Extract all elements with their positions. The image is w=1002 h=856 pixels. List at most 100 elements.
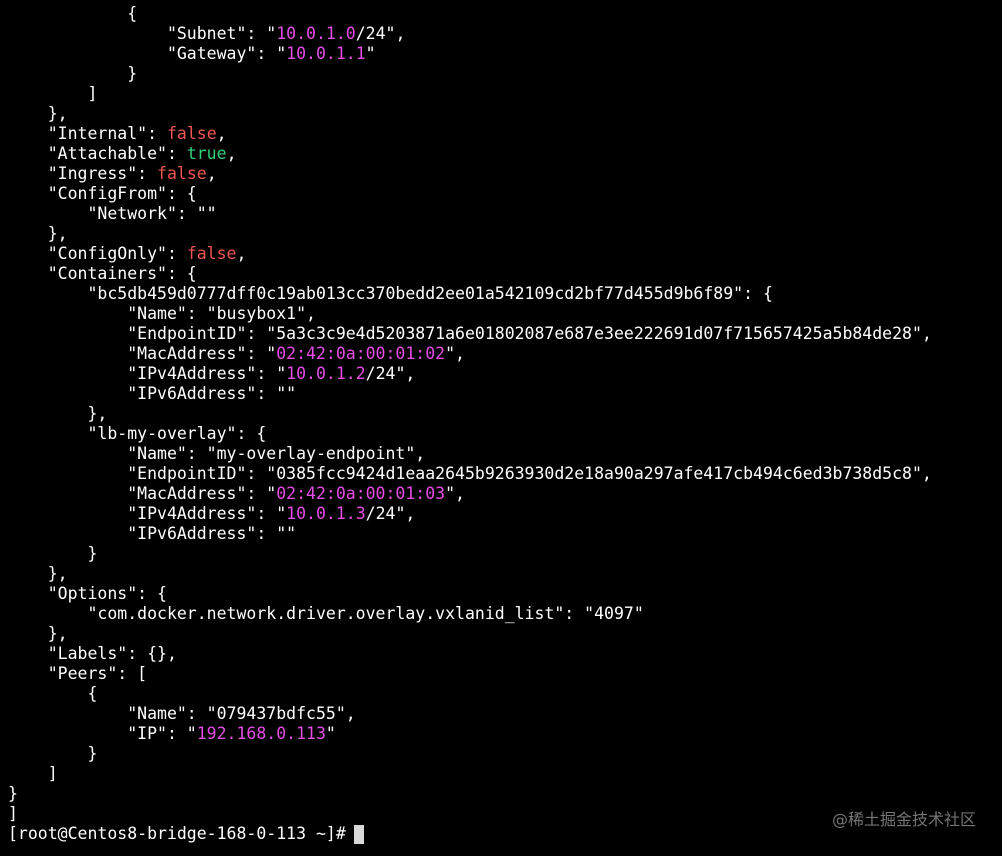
terminal-line: "Network": "" bbox=[8, 204, 932, 224]
terminal-line: "Containers": { bbox=[8, 264, 932, 284]
terminal-line: "ConfigFrom": { bbox=[8, 184, 932, 204]
terminal-line: "Name": "my-overlay-endpoint", bbox=[8, 444, 932, 464]
json-text: }, bbox=[8, 624, 68, 643]
terminal-line: "Name": "079437bdfc55", bbox=[8, 704, 932, 724]
terminal-line: "IPv6Address": "" bbox=[8, 524, 932, 544]
json-text: { bbox=[8, 4, 138, 23]
terminal-line: { bbox=[8, 684, 932, 704]
json-text: /24", bbox=[355, 24, 406, 43]
terminal-line: "ConfigOnly": false, bbox=[8, 244, 932, 264]
json-value-mac: 02:42:0a:00:01:02 bbox=[276, 344, 446, 363]
json-text: "IPv4Address": " bbox=[8, 364, 287, 383]
terminal-line: } bbox=[8, 784, 932, 804]
json-text: "bc5db459d0777dff0c19ab013cc370bedd2ee01… bbox=[8, 284, 773, 303]
terminal-line: "com.docker.network.driver.overlay.vxlan… bbox=[8, 604, 932, 624]
shell-prompt: [root@Centos8-bridge-168-0-113 ~]# bbox=[8, 824, 346, 843]
json-text: "Name": "my-overlay-endpoint", bbox=[8, 444, 426, 463]
json-text: "EndpointID": "5a3c3c9e4d5203871a6e01802… bbox=[8, 324, 932, 343]
json-text: "IPv4Address": " bbox=[8, 504, 287, 523]
json-text: , bbox=[226, 144, 237, 163]
terminal-output: { "Subnet": "10.0.1.0/24", "Gateway": "1… bbox=[8, 4, 932, 824]
terminal-line: "IPv6Address": "" bbox=[8, 384, 932, 404]
terminal-line: ] bbox=[8, 84, 932, 104]
json-text: "Internal": bbox=[8, 124, 167, 143]
json-text: /24", bbox=[365, 364, 416, 383]
json-text: "ConfigOnly": bbox=[8, 244, 187, 263]
json-text: "Attachable": bbox=[8, 144, 187, 163]
json-text: "Ingress": bbox=[8, 164, 158, 183]
json-text: "MacAddress": " bbox=[8, 484, 277, 503]
terminal-line: }, bbox=[8, 404, 932, 424]
terminal-line: "MacAddress": "02:42:0a:00:01:02", bbox=[8, 344, 932, 364]
json-text: } bbox=[8, 784, 18, 803]
json-text: } bbox=[8, 744, 98, 763]
terminal-line: "IP": "192.168.0.113" bbox=[8, 724, 932, 744]
terminal-line: }, bbox=[8, 224, 932, 244]
json-text: "MacAddress": " bbox=[8, 344, 277, 363]
terminal-line: "EndpointID": "0385fcc9424d1eaa2645b9263… bbox=[8, 464, 932, 484]
json-text: "com.docker.network.driver.overlay.vxlan… bbox=[8, 604, 644, 623]
terminal-line: "IPv4Address": "10.0.1.2/24", bbox=[8, 364, 932, 384]
watermark: @稀土掘金技术社区 bbox=[831, 810, 976, 829]
terminal-line: "Peers": [ bbox=[8, 664, 932, 684]
json-text: " bbox=[325, 724, 336, 743]
json-text: }, bbox=[8, 404, 108, 423]
json-text: ] bbox=[8, 84, 98, 103]
json-text: "Name": "busybox1", bbox=[8, 304, 316, 323]
json-text: "Labels": {}, bbox=[8, 644, 177, 663]
terminal-window[interactable]: { "Subnet": "10.0.1.0/24", "Gateway": "1… bbox=[0, 0, 1002, 856]
terminal-line: ] bbox=[8, 764, 932, 784]
json-value-ip: 10.0.1.0 bbox=[276, 24, 356, 43]
json-text: "Options": { bbox=[8, 584, 167, 603]
json-text: ] bbox=[8, 804, 18, 823]
json-text: "EndpointID": "0385fcc9424d1eaa2645b9263… bbox=[8, 464, 932, 483]
json-text: "Name": "079437bdfc55", bbox=[8, 704, 356, 723]
json-value-false: false bbox=[157, 164, 207, 183]
terminal-line: "EndpointID": "5a3c3c9e4d5203871a6e01802… bbox=[8, 324, 932, 344]
json-text: "IPv6Address": "" bbox=[8, 524, 297, 543]
json-text: "ConfigFrom": { bbox=[8, 184, 197, 203]
terminal-line: "lb-my-overlay": { bbox=[8, 424, 932, 444]
json-text: "Containers": { bbox=[8, 264, 197, 283]
terminal-line: "Options": { bbox=[8, 584, 932, 604]
terminal-line: }, bbox=[8, 624, 932, 644]
terminal-line: "bc5db459d0777dff0c19ab013cc370bedd2ee01… bbox=[8, 284, 932, 304]
json-text: } bbox=[8, 64, 138, 83]
terminal-line: } bbox=[8, 744, 932, 764]
json-text: "lb-my-overlay": { bbox=[8, 424, 267, 443]
json-text: "Gateway": " bbox=[8, 44, 287, 63]
text-cursor bbox=[353, 824, 364, 844]
json-text: } bbox=[8, 544, 98, 563]
shell-prompt-line[interactable]: [root@Centos8-bridge-168-0-113 ~]# bbox=[8, 823, 364, 845]
terminal-line: } bbox=[8, 544, 932, 564]
json-text: "Peers": [ bbox=[8, 664, 148, 683]
terminal-line: ] bbox=[8, 804, 932, 824]
json-text: , bbox=[206, 164, 217, 183]
json-text: }, bbox=[8, 564, 68, 583]
json-value-ip: 192.168.0.113 bbox=[196, 724, 326, 743]
json-value-true: true bbox=[186, 144, 227, 163]
terminal-line: "Attachable": true, bbox=[8, 144, 932, 164]
json-text: ", bbox=[445, 344, 465, 363]
terminal-line: }, bbox=[8, 104, 932, 124]
terminal-line: }, bbox=[8, 564, 932, 584]
json-text: "IPv6Address": "" bbox=[8, 384, 297, 403]
terminal-line: "Internal": false, bbox=[8, 124, 932, 144]
json-text: , bbox=[216, 124, 227, 143]
terminal-line: "MacAddress": "02:42:0a:00:01:03", bbox=[8, 484, 932, 504]
json-value-mac: 02:42:0a:00:01:03 bbox=[276, 484, 446, 503]
terminal-line: "Name": "busybox1", bbox=[8, 304, 932, 324]
json-value-ip: 10.0.1.1 bbox=[286, 44, 366, 63]
json-text: /24", bbox=[365, 504, 416, 523]
json-text: " bbox=[365, 44, 376, 63]
json-text: "IP": " bbox=[8, 724, 197, 743]
json-text: , bbox=[236, 244, 247, 263]
json-value-ip: 10.0.1.3 bbox=[286, 504, 366, 523]
json-text: }, bbox=[8, 224, 68, 243]
json-text: }, bbox=[8, 104, 68, 123]
json-text: ] bbox=[8, 764, 58, 783]
terminal-line: "Labels": {}, bbox=[8, 644, 932, 664]
json-value-false: false bbox=[186, 244, 237, 263]
json-text: "Subnet": " bbox=[8, 24, 277, 43]
terminal-line: "Ingress": false, bbox=[8, 164, 932, 184]
